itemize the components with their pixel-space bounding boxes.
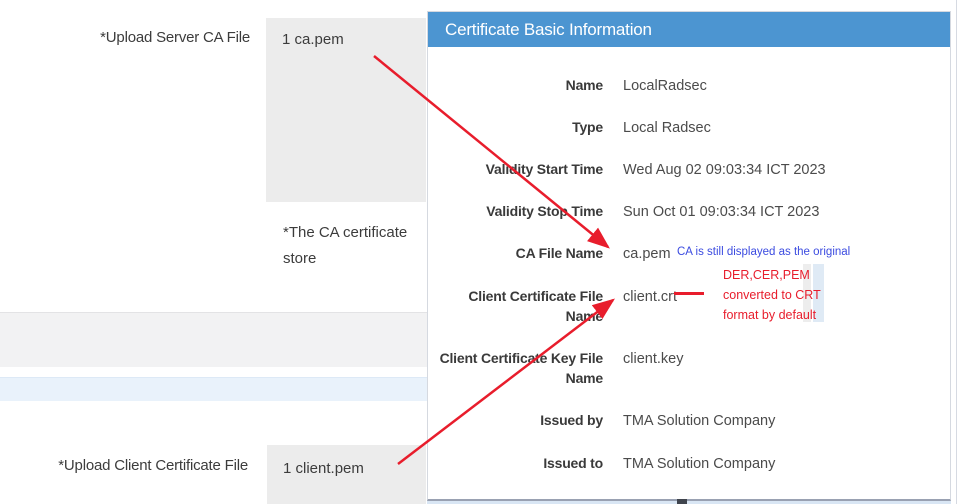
upload-client-cert-label: *Upload Client Certificate File	[0, 457, 248, 474]
field-label: CA File Name	[428, 243, 603, 263]
field-label: Validity Stop Time	[428, 201, 603, 221]
panel-title: Certificate Basic Information	[445, 20, 652, 39]
gray-row-band	[0, 312, 427, 367]
panel-title-bar: Certificate Basic Information	[428, 12, 950, 47]
client-cert-upload-box[interactable]: 1 client.pem	[267, 445, 426, 504]
crt-conversion-annotation: DER,CER,PEM converted to CRT format by d…	[723, 265, 821, 325]
server-ca-file-chip[interactable]: 1 ca.pem	[282, 31, 344, 48]
server-ca-upload-box[interactable]: 1 ca.pem	[266, 18, 426, 202]
field-value: Local Radsec	[623, 118, 711, 138]
certificate-basic-information-panel: Certificate Basic Information Name Local…	[427, 11, 951, 501]
field-label: Client Certificate File Name	[428, 286, 603, 326]
field-value: TMA Solution Company	[623, 411, 775, 431]
highlighted-row-band	[0, 377, 427, 401]
field-value: Sun Oct 01 09:03:34 ICT 2023	[623, 202, 819, 222]
field-value: client.key	[623, 349, 683, 369]
annotation-dash	[674, 292, 704, 295]
field-value: TMA Solution Company	[623, 454, 775, 474]
upload-server-ca-label: *Upload Server CA File	[0, 29, 250, 46]
field-label: Issued to	[428, 453, 603, 473]
field-label: Validity Start Time	[428, 159, 603, 179]
field-value: client.crt	[623, 287, 677, 307]
field-label: Client Certificate Key File Name	[428, 348, 603, 388]
window-edge-line	[956, 0, 957, 504]
field-label: Issued by	[428, 410, 603, 430]
field-value: LocalRadsec	[623, 76, 707, 96]
field-label: Name	[428, 75, 603, 95]
field-label: Type	[428, 117, 603, 137]
ca-filename-annotation: CA is still displayed as the original	[677, 246, 850, 258]
field-value: Wed Aug 02 09:03:34 ICT 2023	[623, 160, 826, 180]
panel-resize-handle[interactable]	[677, 499, 687, 504]
client-cert-file-chip[interactable]: 1 client.pem	[283, 460, 364, 477]
field-value: ca.pem	[623, 244, 671, 264]
